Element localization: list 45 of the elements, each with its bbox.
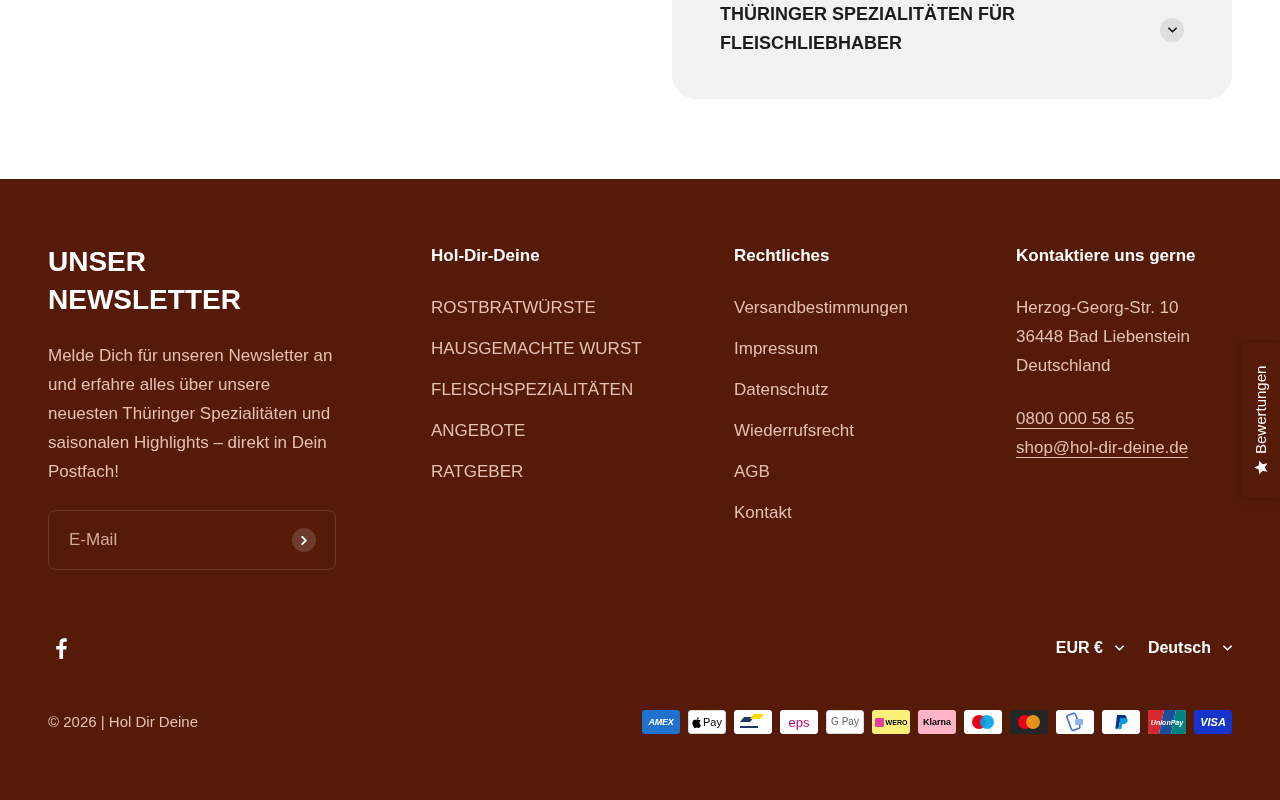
amex-logo: AMEX <box>642 710 680 734</box>
caret-icon <box>1114 645 1124 651</box>
social-link[interactable] <box>56 637 67 659</box>
eps-logo: eps <box>780 710 818 734</box>
footer-link[interactable]: RATGEBER <box>431 462 524 481</box>
newsletter-heading: UNSER NEWSLETTER <box>48 245 242 317</box>
footer-link[interactable]: Datenschutz <box>734 380 829 399</box>
reviews-tab[interactable]: Bewertungen <box>1242 343 1280 498</box>
contact-link[interactable]: 0800 000 58 65 <box>1016 404 1135 433</box>
footer-link[interactable]: FLEISCHSPEZIALITÄTEN <box>431 380 634 399</box>
submit-button[interactable] <box>292 528 316 552</box>
footer-link[interactable]: Impressum <box>734 339 819 358</box>
language-selector[interactable]: Deutsch <box>1147 636 1232 660</box>
copyright-text: © 2026 | Hol Dir Deine <box>48 712 198 732</box>
footer-link[interactable]: Kontakt <box>734 503 792 522</box>
footer-link[interactable]: ANGEBOTE <box>431 421 526 440</box>
apple-pay-logo: Pay <box>688 710 726 734</box>
footer-link[interactable]: Wiederrufsrecht <box>734 421 854 440</box>
phone-card-icon <box>1056 710 1094 734</box>
address-line: Herzog-Georg-Str. 10 <box>1016 297 1180 319</box>
visa-logo: VISA <box>1194 710 1232 734</box>
chevron-right-icon <box>301 535 307 545</box>
contact-link[interactable]: shop@hol-dir-deine.de <box>1016 433 1189 462</box>
circles-logo-icon <box>964 710 1002 734</box>
column-heading: Hol-Dir-Deine <box>431 245 541 267</box>
accordion-title[interactable]: THÜRINGER SPEZIALITÄTEN FÜR FLEISCHLIEBHABER <box>720 0 1100 58</box>
expand-button[interactable] <box>1160 18 1184 42</box>
address-line: Deutschland <box>1016 355 1112 377</box>
footer-link[interactable]: AGB <box>734 462 770 481</box>
column-heading: Rechtliches <box>734 245 831 267</box>
caret-icon <box>1223 645 1232 651</box>
footer-link[interactable]: HAUSGEMACHTE WURST <box>431 339 642 358</box>
newsletter-text: Melde Dich für unseren Newsletter an und erfahre alles über unsere neuesten Thüringer Spezialitäten und saisonalen Highlights – direkt in Dein Postfach! <box>48 345 334 483</box>
address-line: 36448 Bad Liebenstein <box>1016 326 1191 348</box>
klarna-logo: Klarna <box>918 710 956 734</box>
facebook-icon <box>56 637 67 659</box>
google-pay-logo: G Pay <box>826 710 864 734</box>
column-heading: Kontaktiere uns gerne <box>1016 245 1197 267</box>
footer-link[interactable]: Versandbestimmungen <box>734 298 908 317</box>
paypal-icon <box>1102 710 1140 734</box>
star-icon <box>1253 459 1269 476</box>
currency-selector[interactable]: EUR € <box>1055 636 1124 660</box>
footer-link[interactable]: ROSTBRATWÜRSTE <box>431 298 596 317</box>
bancontact-icon <box>734 710 772 734</box>
circles-logo-icon <box>1010 710 1048 734</box>
